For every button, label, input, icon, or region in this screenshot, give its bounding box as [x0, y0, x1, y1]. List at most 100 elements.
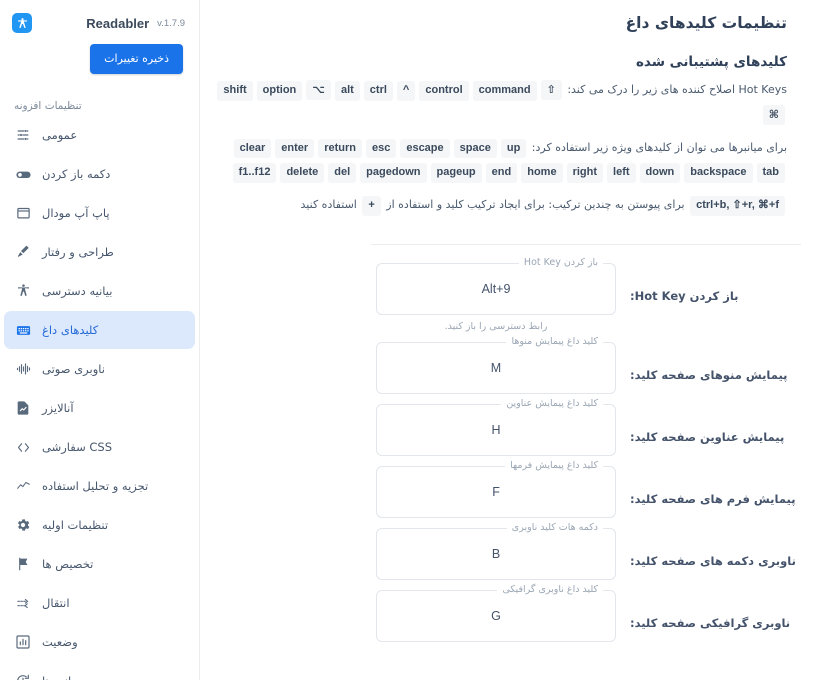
- sidebar-item-label: انتقال: [42, 596, 70, 611]
- brush-icon: [14, 243, 32, 261]
- sidebar-item-5[interactable]: بیانیه دسترسی: [4, 272, 195, 310]
- combo-example-chip: ctrl+b, ⇧+r, ⌘+f: [690, 196, 785, 216]
- sidebar-nav: عمومی دکمه باز کردن پاپ آپ مودال طراحی و رف…: [0, 112, 199, 680]
- sidebar-item-10[interactable]: تجزیه و تحلیل استفاده: [4, 467, 195, 505]
- hotkey-input[interactable]: کلید داغ پیمایش فرمها F: [376, 459, 616, 518]
- toggle-switch-icon: [14, 165, 32, 183]
- hotkey-field-label: پیمایش عناوین صفحه کلید:: [630, 429, 785, 444]
- transfer-arrows-icon: [14, 594, 32, 612]
- modifier-chip: shift: [217, 81, 253, 101]
- hotkey-field-row: باز کردن Hot Key: باز کردن Hot Key Alt+9 را…: [200, 256, 801, 332]
- sidebar-item-label: تجزیه و تحلیل استفاده: [42, 479, 149, 494]
- hotkey-field-control: کلید داغ ناوبری گرافیکی G: [376, 583, 616, 642]
- hotkey-field-control: باز کردن Hot Key Alt+9 رابط دسترسی را باز …: [376, 256, 616, 332]
- modifiers-paragraph: Hot Keys اصلاح کننده های زیر را درک می ک…: [200, 70, 801, 128]
- special-key-chip: esc: [365, 138, 397, 159]
- update-clock-icon: [14, 672, 32, 680]
- modifier-chip: option: [256, 81, 303, 101]
- keyboard-icon: [14, 321, 32, 339]
- sidebar-item-label: CSS سفارشی: [42, 440, 113, 455]
- code-brackets-icon: [14, 438, 32, 456]
- hotkey-input[interactable]: باز کردن Hot Key Alt+9: [376, 256, 616, 315]
- special-key-chip: up: [500, 138, 527, 159]
- hotkey-input-value: G: [491, 608, 501, 623]
- combination-paragraph: ctrl+b, ⇧+r, ⌘+f برای پیوستن به چندین تر…: [200, 185, 801, 218]
- combo-use-text: استفاده کنید: [300, 198, 357, 211]
- sidebar-item-3[interactable]: پاپ آپ مودال: [4, 194, 195, 232]
- section-title-supported-keys: کلیدهای پشتیبانی شده: [635, 54, 787, 70]
- special-key-chip: home: [521, 163, 563, 184]
- hotkey-input[interactable]: کلید داغ پیمایش منوها M: [376, 335, 616, 394]
- sidebar-item-label: آنالایزر: [42, 401, 74, 416]
- sidebar-item-label: تخصیص ها: [42, 557, 94, 572]
- sidebar-item-11[interactable]: تنظیمات اولیه: [4, 506, 195, 544]
- hotkey-field-label: ناوبری گرافیکی صفحه کلید:: [630, 615, 791, 630]
- special-key-chip: pagedown: [360, 163, 427, 184]
- hotkey-fields-area: باز کردن Hot Key: باز کردن Hot Key Alt+9 را…: [200, 245, 801, 642]
- trend-line-icon: [14, 477, 32, 495]
- sidebar-item-12[interactable]: تخصیص ها: [4, 545, 195, 583]
- modifier-chip: command: [472, 81, 537, 101]
- sidebar-item-6[interactable]: کلیدهای داغ: [4, 311, 195, 350]
- sidebar-item-15[interactable]: بروزرسانی ها: [4, 662, 195, 680]
- special-key-chip: del: [328, 163, 357, 184]
- sidebar-header: Readabler v.1.7.9 ذخیره تغییرات: [0, 0, 199, 75]
- special-key-chip: right: [566, 163, 604, 184]
- special-keys-paragraph: برای میانبرها می توان از کلیدهای ویژه زی…: [200, 128, 801, 186]
- tune-sliders-icon: [14, 126, 32, 144]
- hotkey-field-label: پیمایش فرم های صفحه کلید:: [630, 491, 796, 506]
- sidebar-item-label: بروزرسانی ها: [42, 674, 187, 680]
- sidebar-item-label: عمومی: [42, 128, 78, 143]
- accessibility-person-icon: [14, 282, 32, 300]
- main-content: تنظیمات کلیدهای داغ کلیدهای پشتیبانی شده…: [200, 0, 819, 680]
- gear-icon: [14, 516, 32, 534]
- hotkey-field-label: ناوبری دکمه های صفحه کلید:: [630, 553, 796, 568]
- modifier-chip: alt: [334, 81, 360, 101]
- hotkey-field-control: کلید داغ پیمایش عناوین H: [376, 397, 616, 456]
- modifiers-description: Hot Keys اصلاح کننده های زیر را درک می ک…: [567, 83, 787, 96]
- sidebar: Readabler v.1.7.9 ذخیره تغییرات تنظیمات …: [0, 0, 200, 680]
- special-key-chip: delete: [280, 163, 325, 184]
- sidebar-item-9[interactable]: CSS سفارشی: [4, 428, 195, 466]
- hotkey-field-row: پیمایش منوهای صفحه کلید: کلید داغ پیمایش …: [200, 335, 801, 394]
- hotkey-input-value: H: [491, 422, 501, 437]
- brand-name: Readabler: [86, 15, 150, 31]
- hotkey-input[interactable]: کلید داغ ناوبری گرافیکی G: [376, 583, 616, 642]
- special-key-chip: f1..f12: [232, 163, 277, 184]
- special-key-chip: pageup: [430, 163, 482, 184]
- sidebar-item-8[interactable]: آنالایزر: [4, 389, 195, 427]
- page-title: تنظیمات کلیدهای داغ: [625, 14, 787, 32]
- sidebar-item-14[interactable]: وضعیت: [4, 623, 195, 661]
- sidebar-group-title: تنظیمات افزونه: [14, 100, 82, 113]
- hotkey-field-label: باز کردن Hot Key:: [630, 288, 739, 303]
- special-key-chip: down: [639, 163, 681, 184]
- window-square-icon: [14, 204, 32, 222]
- sidebar-item-4[interactable]: طراحی و رفتار: [4, 233, 195, 271]
- hotkey-input-legend: دکمه هات کلید ناوبری: [506, 521, 603, 534]
- modifier-chip: ⇧: [540, 80, 562, 100]
- sidebar-item-7[interactable]: ناوبری صوتی: [4, 350, 195, 388]
- special-key-chip: tab: [756, 163, 785, 184]
- special-key-chip: left: [607, 163, 636, 184]
- hotkey-input[interactable]: دکمه هات کلید ناوبری B: [376, 521, 616, 580]
- hotkey-field-row: ناوبری دکمه های صفحه کلید: دکمه هات کلید …: [200, 521, 801, 580]
- hotkey-input-legend: کلید داغ پیمایش منوها: [506, 335, 603, 348]
- sidebar-item-label: دکمه باز کردن: [42, 167, 111, 182]
- hotkey-input-legend: باز کردن Hot Key: [518, 256, 603, 269]
- flag-icon: [14, 555, 32, 573]
- sidebar-item-label: بیانیه دسترسی: [42, 284, 113, 299]
- special-key-chip: return: [318, 138, 362, 159]
- sidebar-item-label: طراحی و رفتار: [42, 245, 114, 260]
- hotkey-input-legend: کلید داغ پیمایش عناوین: [501, 397, 603, 410]
- hotkey-input[interactable]: کلید داغ پیمایش عناوین H: [376, 397, 616, 456]
- save-changes-button[interactable]: ذخیره تغییرات: [90, 44, 183, 75]
- sidebar-item-2[interactable]: دکمه باز کردن: [4, 155, 195, 193]
- special-key-chip: clear: [233, 138, 272, 159]
- hotkey-input-value: Alt+9: [481, 281, 511, 296]
- sidebar-item-1[interactable]: عمومی: [4, 116, 195, 154]
- special-key-chip: escape: [400, 138, 450, 159]
- bar-chart-icon: [14, 633, 32, 651]
- hotkey-input-legend: کلید داغ ناوبری گرافیکی: [497, 583, 603, 596]
- accessibility-person-icon[interactable]: [12, 13, 32, 33]
- sidebar-item-13[interactable]: انتقال: [4, 584, 195, 622]
